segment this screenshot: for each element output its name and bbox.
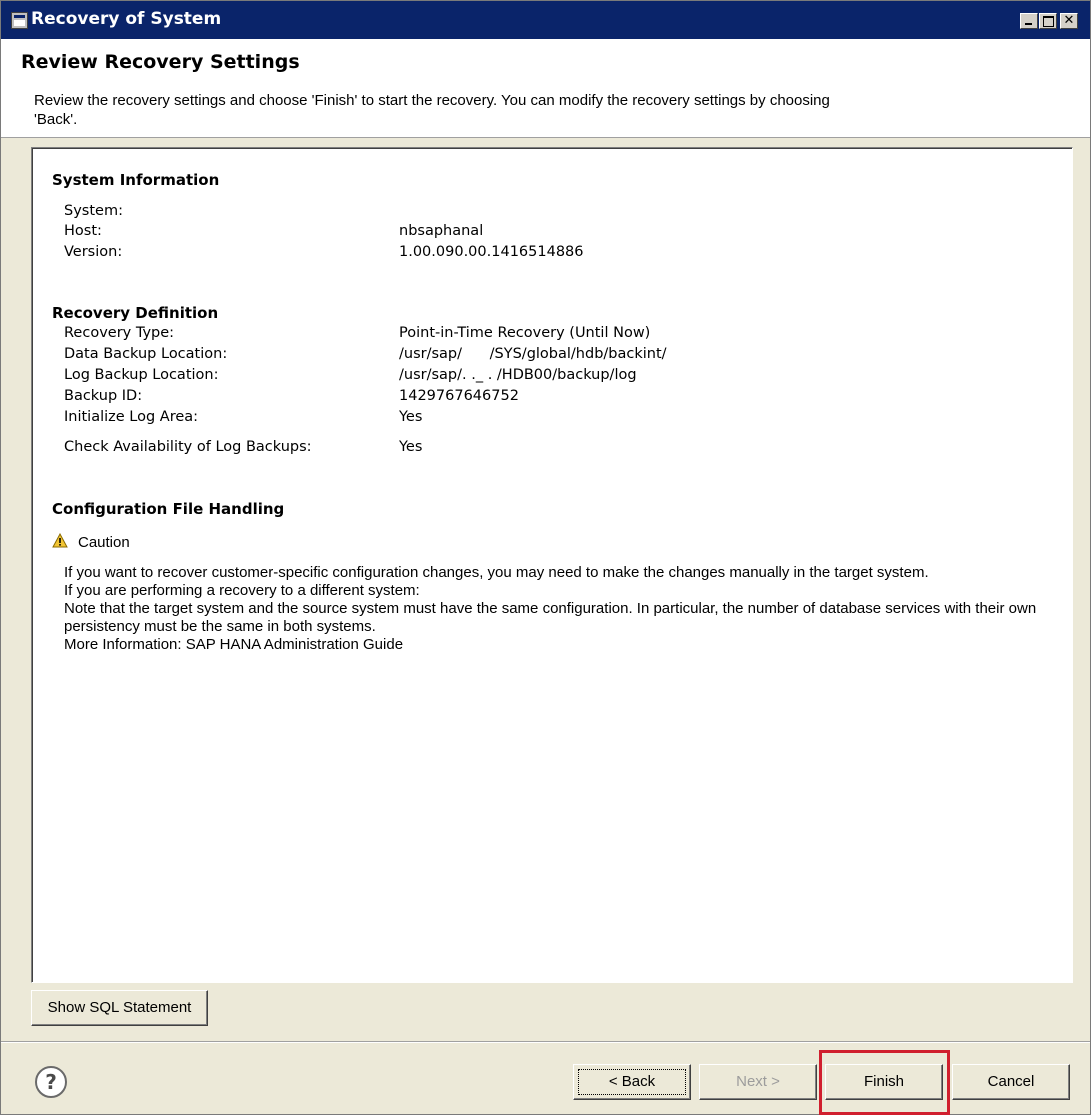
back-button[interactable]: < Back: [573, 1064, 691, 1100]
settings-panel: System Information System: Host: nbsapha…: [31, 147, 1073, 983]
host-label: Host:: [64, 223, 102, 239]
finish-highlight-box: [819, 1050, 950, 1115]
recovery-type-label: Recovery Type:: [64, 325, 175, 341]
help-icon[interactable]: ?: [35, 1066, 67, 1098]
version-value: 1.00.090.00.1416514886: [399, 244, 584, 260]
page-description: Review the recovery settings and choose …: [34, 92, 830, 128]
system-label: System:: [64, 203, 123, 219]
data-backup-location-label: Data Backup Location:: [64, 346, 228, 362]
config-note: Note that the target system and the sour…: [64, 600, 1037, 635]
data-backup-location-value: /usr/sap/ /SYS/global/hdb/backint/: [399, 346, 667, 362]
log-backup-location-label: Log Backup Location:: [64, 367, 219, 383]
close-button[interactable]: ✕: [1060, 13, 1078, 29]
focus-ring: [578, 1069, 686, 1095]
next-button[interactable]: Next >: [699, 1064, 817, 1100]
close-icon: ✕: [1063, 13, 1075, 28]
host-value: nbsaphanal: [399, 223, 484, 239]
backup-id-value: 1429767646752: [399, 388, 519, 404]
minimize-button[interactable]: [1020, 13, 1038, 29]
app-icon: [11, 12, 28, 29]
page-title: Review Recovery Settings: [21, 51, 300, 73]
config-note: If you are performing a recovery to a di…: [64, 582, 420, 599]
system-info-heading: System Information: [52, 171, 220, 189]
recovery-type-value: Point-in-Time Recovery (Until Now): [399, 325, 651, 341]
recovery-definition-heading: Recovery Definition: [52, 304, 219, 322]
minimize-icon: [1025, 23, 1032, 25]
initialize-log-area-value: Yes: [399, 409, 423, 425]
window-title: Recovery of System: [31, 9, 222, 29]
caution-label: Caution: [78, 534, 130, 551]
maximize-icon: [1043, 16, 1054, 27]
log-backup-location-value: /usr/sap/. ._ . /HDB00/backup/log: [399, 367, 637, 383]
backup-id-label: Backup ID:: [64, 388, 143, 404]
initialize-log-area-label: Initialize Log Area:: [64, 409, 199, 425]
maximize-button[interactable]: [1039, 13, 1057, 29]
version-label: Version:: [64, 244, 123, 260]
config-note: If you want to recover customer-specific…: [64, 564, 929, 581]
wizard-header: Review Recovery Settings Review the reco…: [1, 39, 1090, 138]
footer-divider: [1, 1041, 1090, 1043]
warning-icon: [52, 533, 68, 548]
config-note: More Information: SAP HANA Administratio…: [64, 636, 404, 653]
check-log-backups-value: Yes: [399, 439, 423, 455]
recovery-dialog: Recovery of System ✕ Review Recovery Set…: [0, 0, 1091, 1115]
cancel-button[interactable]: Cancel: [952, 1064, 1070, 1100]
config-notes: If you want to recover customer-specific…: [64, 564, 1054, 654]
check-log-backups-label: Check Availability of Log Backups:: [64, 439, 312, 455]
config-file-heading: Configuration File Handling: [52, 500, 285, 518]
show-sql-statement-button[interactable]: Show SQL Statement: [31, 990, 208, 1026]
title-bar[interactable]: Recovery of System ✕: [1, 1, 1090, 39]
